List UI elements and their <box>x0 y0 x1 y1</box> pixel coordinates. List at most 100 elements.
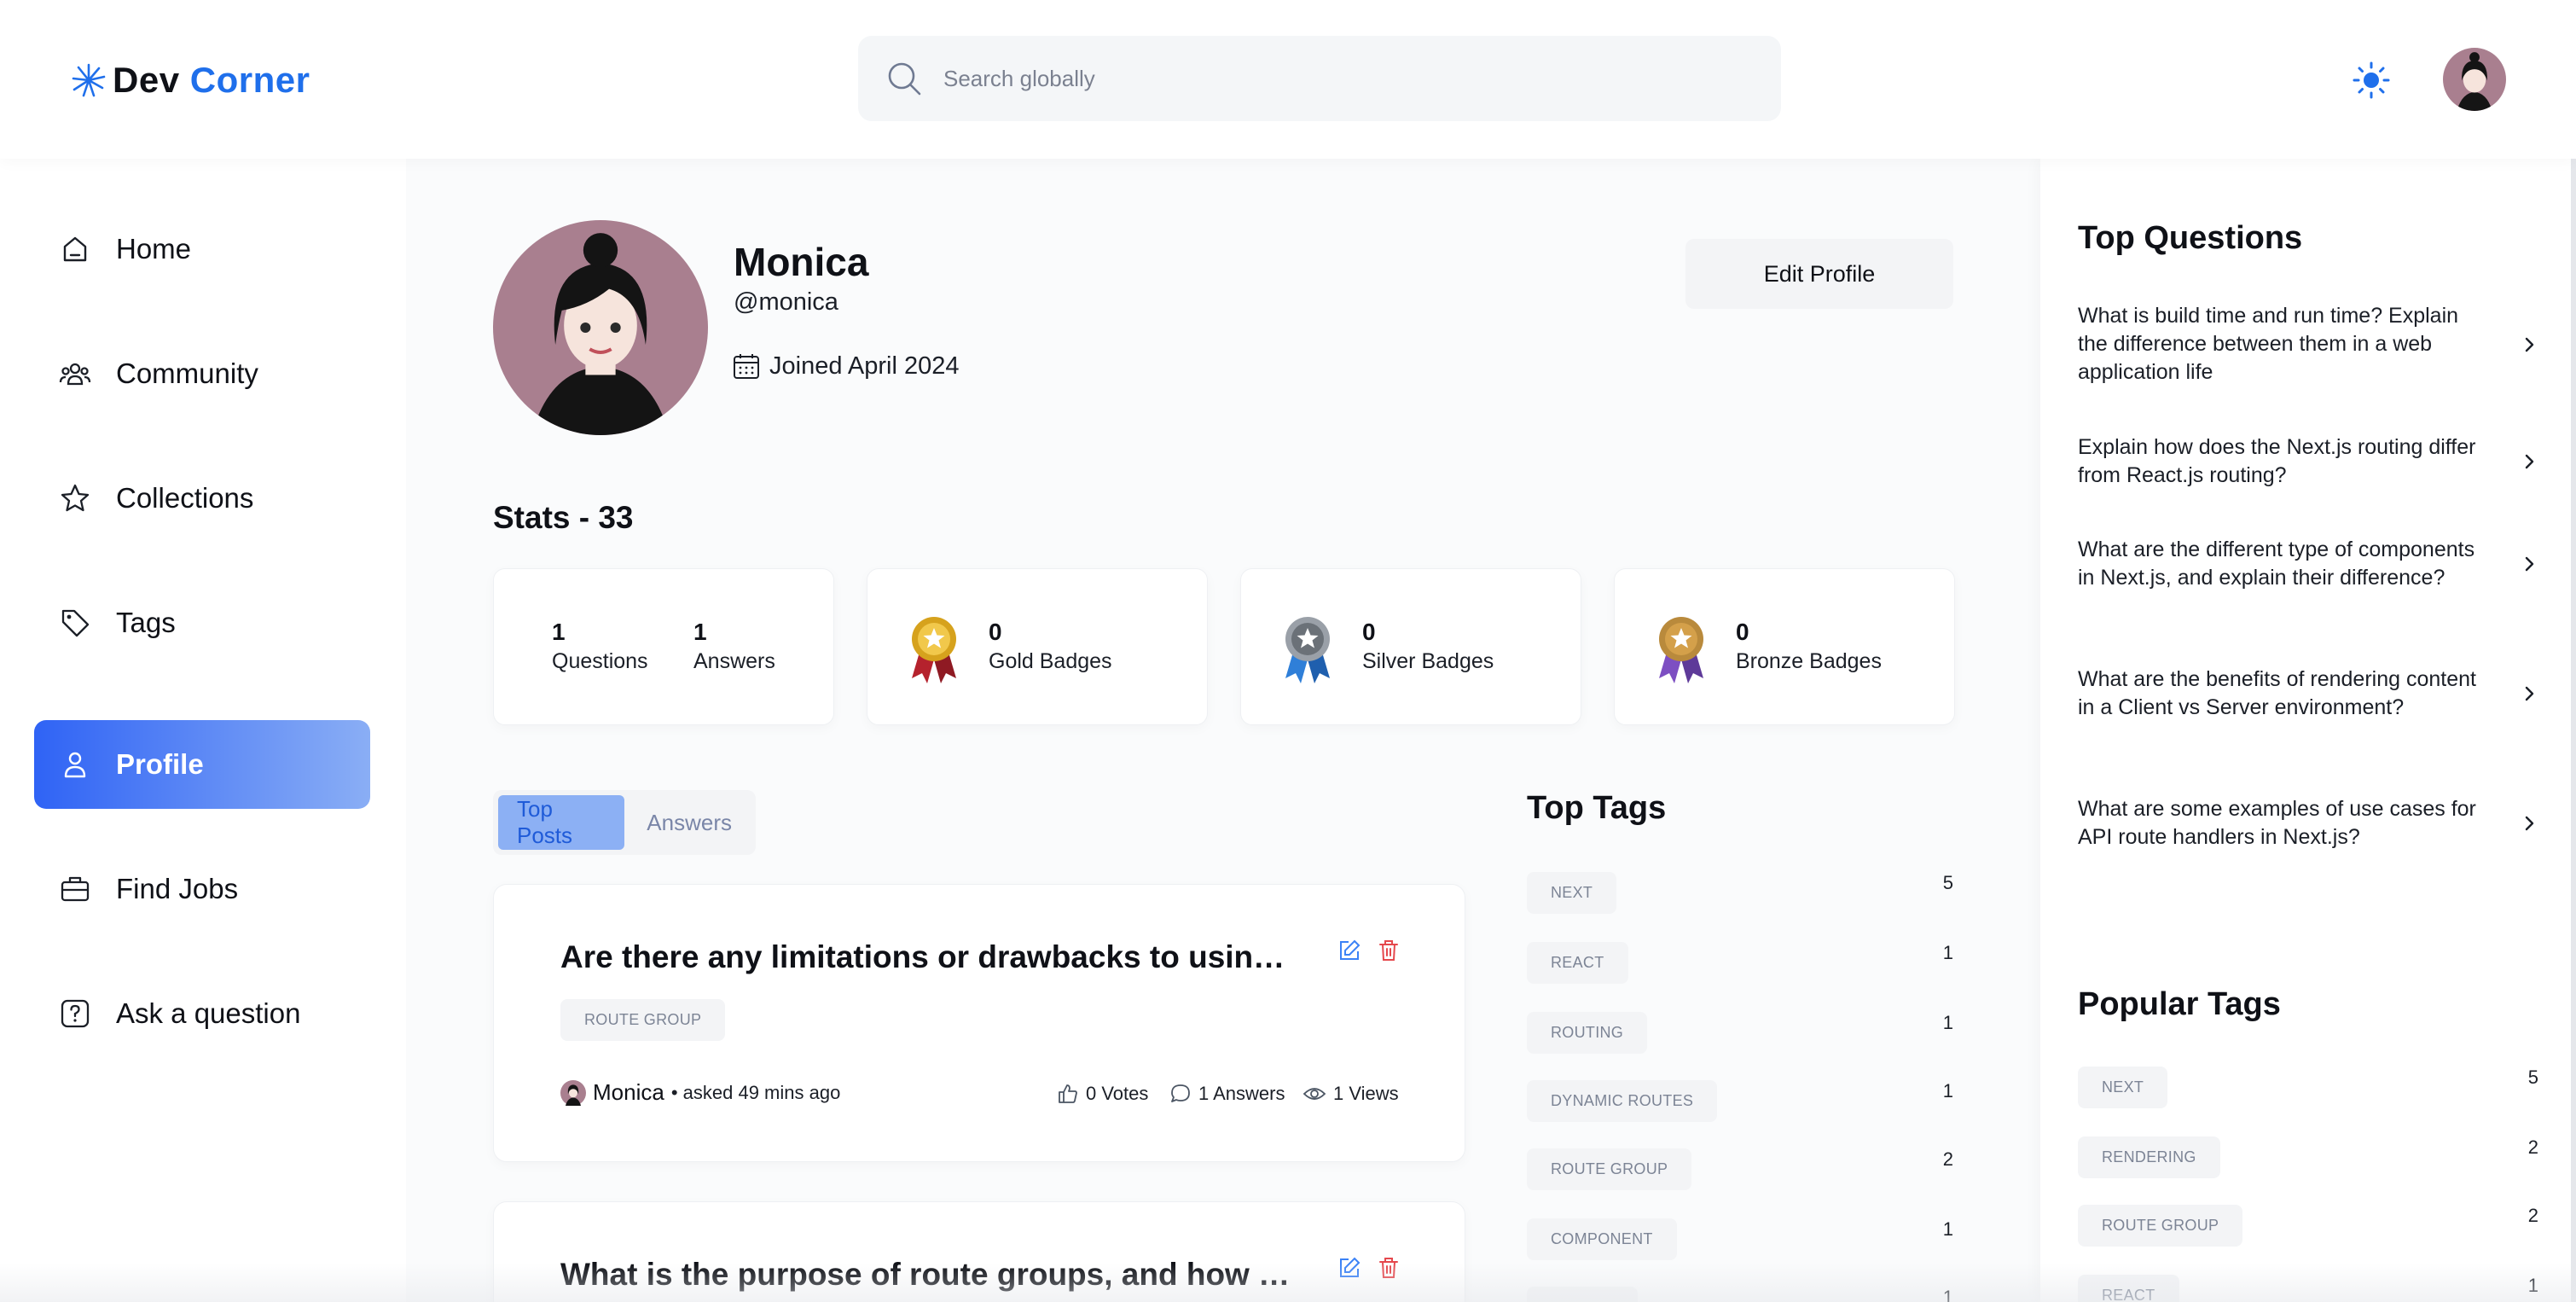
top-tag-row[interactable]: NEXT 5 <box>1527 872 1953 914</box>
sidebar-item-label: Tags <box>116 607 176 638</box>
question-text: What are the different type of component… <box>2078 538 2475 590</box>
theme-toggle[interactable] <box>2351 60 2392 101</box>
tag-badge[interactable]: RENDERING <box>2078 1136 2220 1178</box>
top-tags-title: Top Tags <box>1527 790 1667 826</box>
tag-count: 1 <box>2527 1275 2538 1296</box>
edit-profile-button[interactable]: Edit Profile <box>1685 239 1953 309</box>
post-card[interactable]: What is the purpose of route groups, and… <box>493 1201 1465 1302</box>
tag-count: 5 <box>1942 872 1953 893</box>
tag-count: 1 <box>1942 942 1953 963</box>
tab-top-posts[interactable]: Top Posts <box>498 795 625 850</box>
tag-count: 2 <box>2527 1136 2538 1158</box>
silver-badges-count: 0 <box>1362 619 1376 645</box>
joined-date: Joined April 2024 <box>732 352 960 381</box>
question-icon <box>61 999 90 1028</box>
chevron-right-icon <box>2525 337 2534 352</box>
edit-icon[interactable] <box>1337 938 1362 963</box>
views-text: 1 Views <box>1333 1083 1399 1104</box>
popular-tag-row[interactable]: ROUTE GROUP 2 <box>2078 1205 2538 1247</box>
sun-icon <box>2353 61 2390 99</box>
user-icon <box>64 752 86 778</box>
tag-count: 5 <box>2527 1067 2538 1088</box>
questions-label: Questions <box>552 649 648 673</box>
tag-count: 1 <box>1942 1218 1953 1240</box>
answers-label: Answers <box>693 649 775 673</box>
home-icon <box>63 236 87 262</box>
post-time: • asked 49 mins ago <box>670 1081 841 1103</box>
bronze-badges-count: 0 <box>1736 619 1749 645</box>
top-question-item[interactable]: What are the benefits of rendering conte… <box>2078 666 2538 722</box>
top-tag-row[interactable]: 1 <box>1527 1287 1953 1302</box>
post-card[interactable]: Are there any limitations or drawbacks t… <box>493 884 1465 1162</box>
bronze-badges-label: Bronze Badges <box>1736 649 1882 673</box>
stats-card-bronze: 0 Bronze Badges <box>1614 568 1955 725</box>
questions-count: 1 <box>552 619 566 645</box>
chevron-right-icon <box>2525 454 2534 469</box>
question-text: What are the benefits of rendering conte… <box>2078 667 2476 719</box>
top-questions-title: Top Questions <box>2078 220 2303 256</box>
tag-badge[interactable]: ROUTING <box>1527 1012 1648 1054</box>
tag-badge[interactable] <box>1527 1287 1638 1302</box>
top-question-item[interactable]: What are some examples of use cases for … <box>2078 795 2538 852</box>
tag-badge[interactable]: DYNAMIC ROUTES <box>1527 1080 1718 1122</box>
sidebar-item-home[interactable]: Home <box>34 205 370 294</box>
tag-count: 1 <box>1942 1012 1953 1033</box>
top-tag-row[interactable]: ROUTE GROUP 2 <box>1527 1148 1953 1190</box>
user-avatar[interactable] <box>2443 48 2506 111</box>
silver-badges-label: Silver Badges <box>1362 649 1494 673</box>
sidebar-item-collections[interactable]: Collections <box>34 454 370 543</box>
top-question-item[interactable]: What are the different type of component… <box>2078 536 2538 592</box>
popular-tag-row[interactable]: NEXT 5 <box>2078 1067 2538 1108</box>
tag-badge[interactable]: REACT <box>1527 942 1628 984</box>
edit-icon[interactable] <box>1337 1255 1362 1281</box>
calendar-icon <box>734 354 759 379</box>
sidebar-item-label: Community <box>116 357 258 389</box>
logo[interactable]: Dev Corner <box>68 56 310 104</box>
question-text: Explain how does the Next.js routing dif… <box>2078 435 2476 487</box>
top-tag-row[interactable]: COMPONENT 1 <box>1527 1218 1953 1260</box>
top-tag-row[interactable]: REACT 1 <box>1527 942 1953 984</box>
post-tag[interactable]: ROUTE GROUP <box>560 999 726 1041</box>
sidebar-item-community[interactable]: Community <box>34 329 370 418</box>
eye-icon <box>1303 1088 1326 1100</box>
post-title[interactable]: Are there any limitations or drawbacks t… <box>560 939 1294 975</box>
search-input[interactable] <box>943 65 1711 92</box>
tag-badge[interactable]: ROUTE GROUP <box>1527 1148 1692 1190</box>
delete-icon[interactable] <box>1376 938 1401 963</box>
top-tag-row[interactable]: ROUTING 1 <box>1527 1012 1953 1054</box>
sidebar-item-ask-question[interactable]: Ask a question <box>34 969 370 1058</box>
delete-icon[interactable] <box>1376 1255 1401 1281</box>
stats-card-qa: 1 Questions 1 Answers <box>493 568 834 725</box>
post-author[interactable]: Monica • asked 49 mins ago <box>560 1079 840 1106</box>
tag-badge[interactable]: NEXT <box>1527 872 1617 914</box>
page-scrollbar[interactable] <box>2571 159 2576 1302</box>
popular-tag-row[interactable]: RENDERING 2 <box>2078 1136 2538 1178</box>
tab-answers[interactable]: Answers <box>628 795 751 850</box>
top-tag-row[interactable]: DYNAMIC ROUTES 1 <box>1527 1080 1953 1122</box>
sidebar-item-label: Home <box>116 233 192 264</box>
stats-card-silver: 0 Silver Badges <box>1240 568 1581 725</box>
global-search[interactable] <box>858 36 1781 121</box>
tag-icon <box>61 609 90 637</box>
tag-badge[interactable]: COMPONENT <box>1527 1218 1677 1260</box>
left-sidebar: Home Community Collections Tags Profile … <box>0 159 406 1302</box>
post-title[interactable]: What is the purpose of route groups, and… <box>560 1257 1294 1293</box>
users-icon <box>59 363 91 386</box>
top-question-item[interactable]: Explain how does the Next.js routing dif… <box>2078 433 2538 490</box>
popular-tag-row[interactable]: REACT 1 <box>2078 1275 2538 1302</box>
top-question-item[interactable]: What is build time and run time? Explain… <box>2078 302 2538 387</box>
search-icon <box>888 62 921 96</box>
tag-badge[interactable]: ROUTE GROUP <box>2078 1205 2243 1247</box>
sidebar-item-tags[interactable]: Tags <box>34 578 370 667</box>
comment-icon <box>1171 1084 1190 1102</box>
question-text: What are some examples of use cases for … <box>2078 797 2476 849</box>
author-avatar <box>560 1079 586 1106</box>
sidebar-item-label: Collections <box>116 482 254 514</box>
sidebar-item-profile[interactable]: Profile <box>34 720 370 809</box>
tag-count: 1 <box>1942 1287 1953 1302</box>
tag-badge[interactable]: NEXT <box>2078 1067 2168 1108</box>
tag-badge[interactable]: REACT <box>2078 1275 2179 1302</box>
right-sidebar: Top Questions What is build time and run… <box>2040 159 2576 1302</box>
popular-tags-title: Popular Tags <box>2078 986 2281 1022</box>
sidebar-item-find-jobs[interactable]: Find Jobs <box>34 845 370 933</box>
